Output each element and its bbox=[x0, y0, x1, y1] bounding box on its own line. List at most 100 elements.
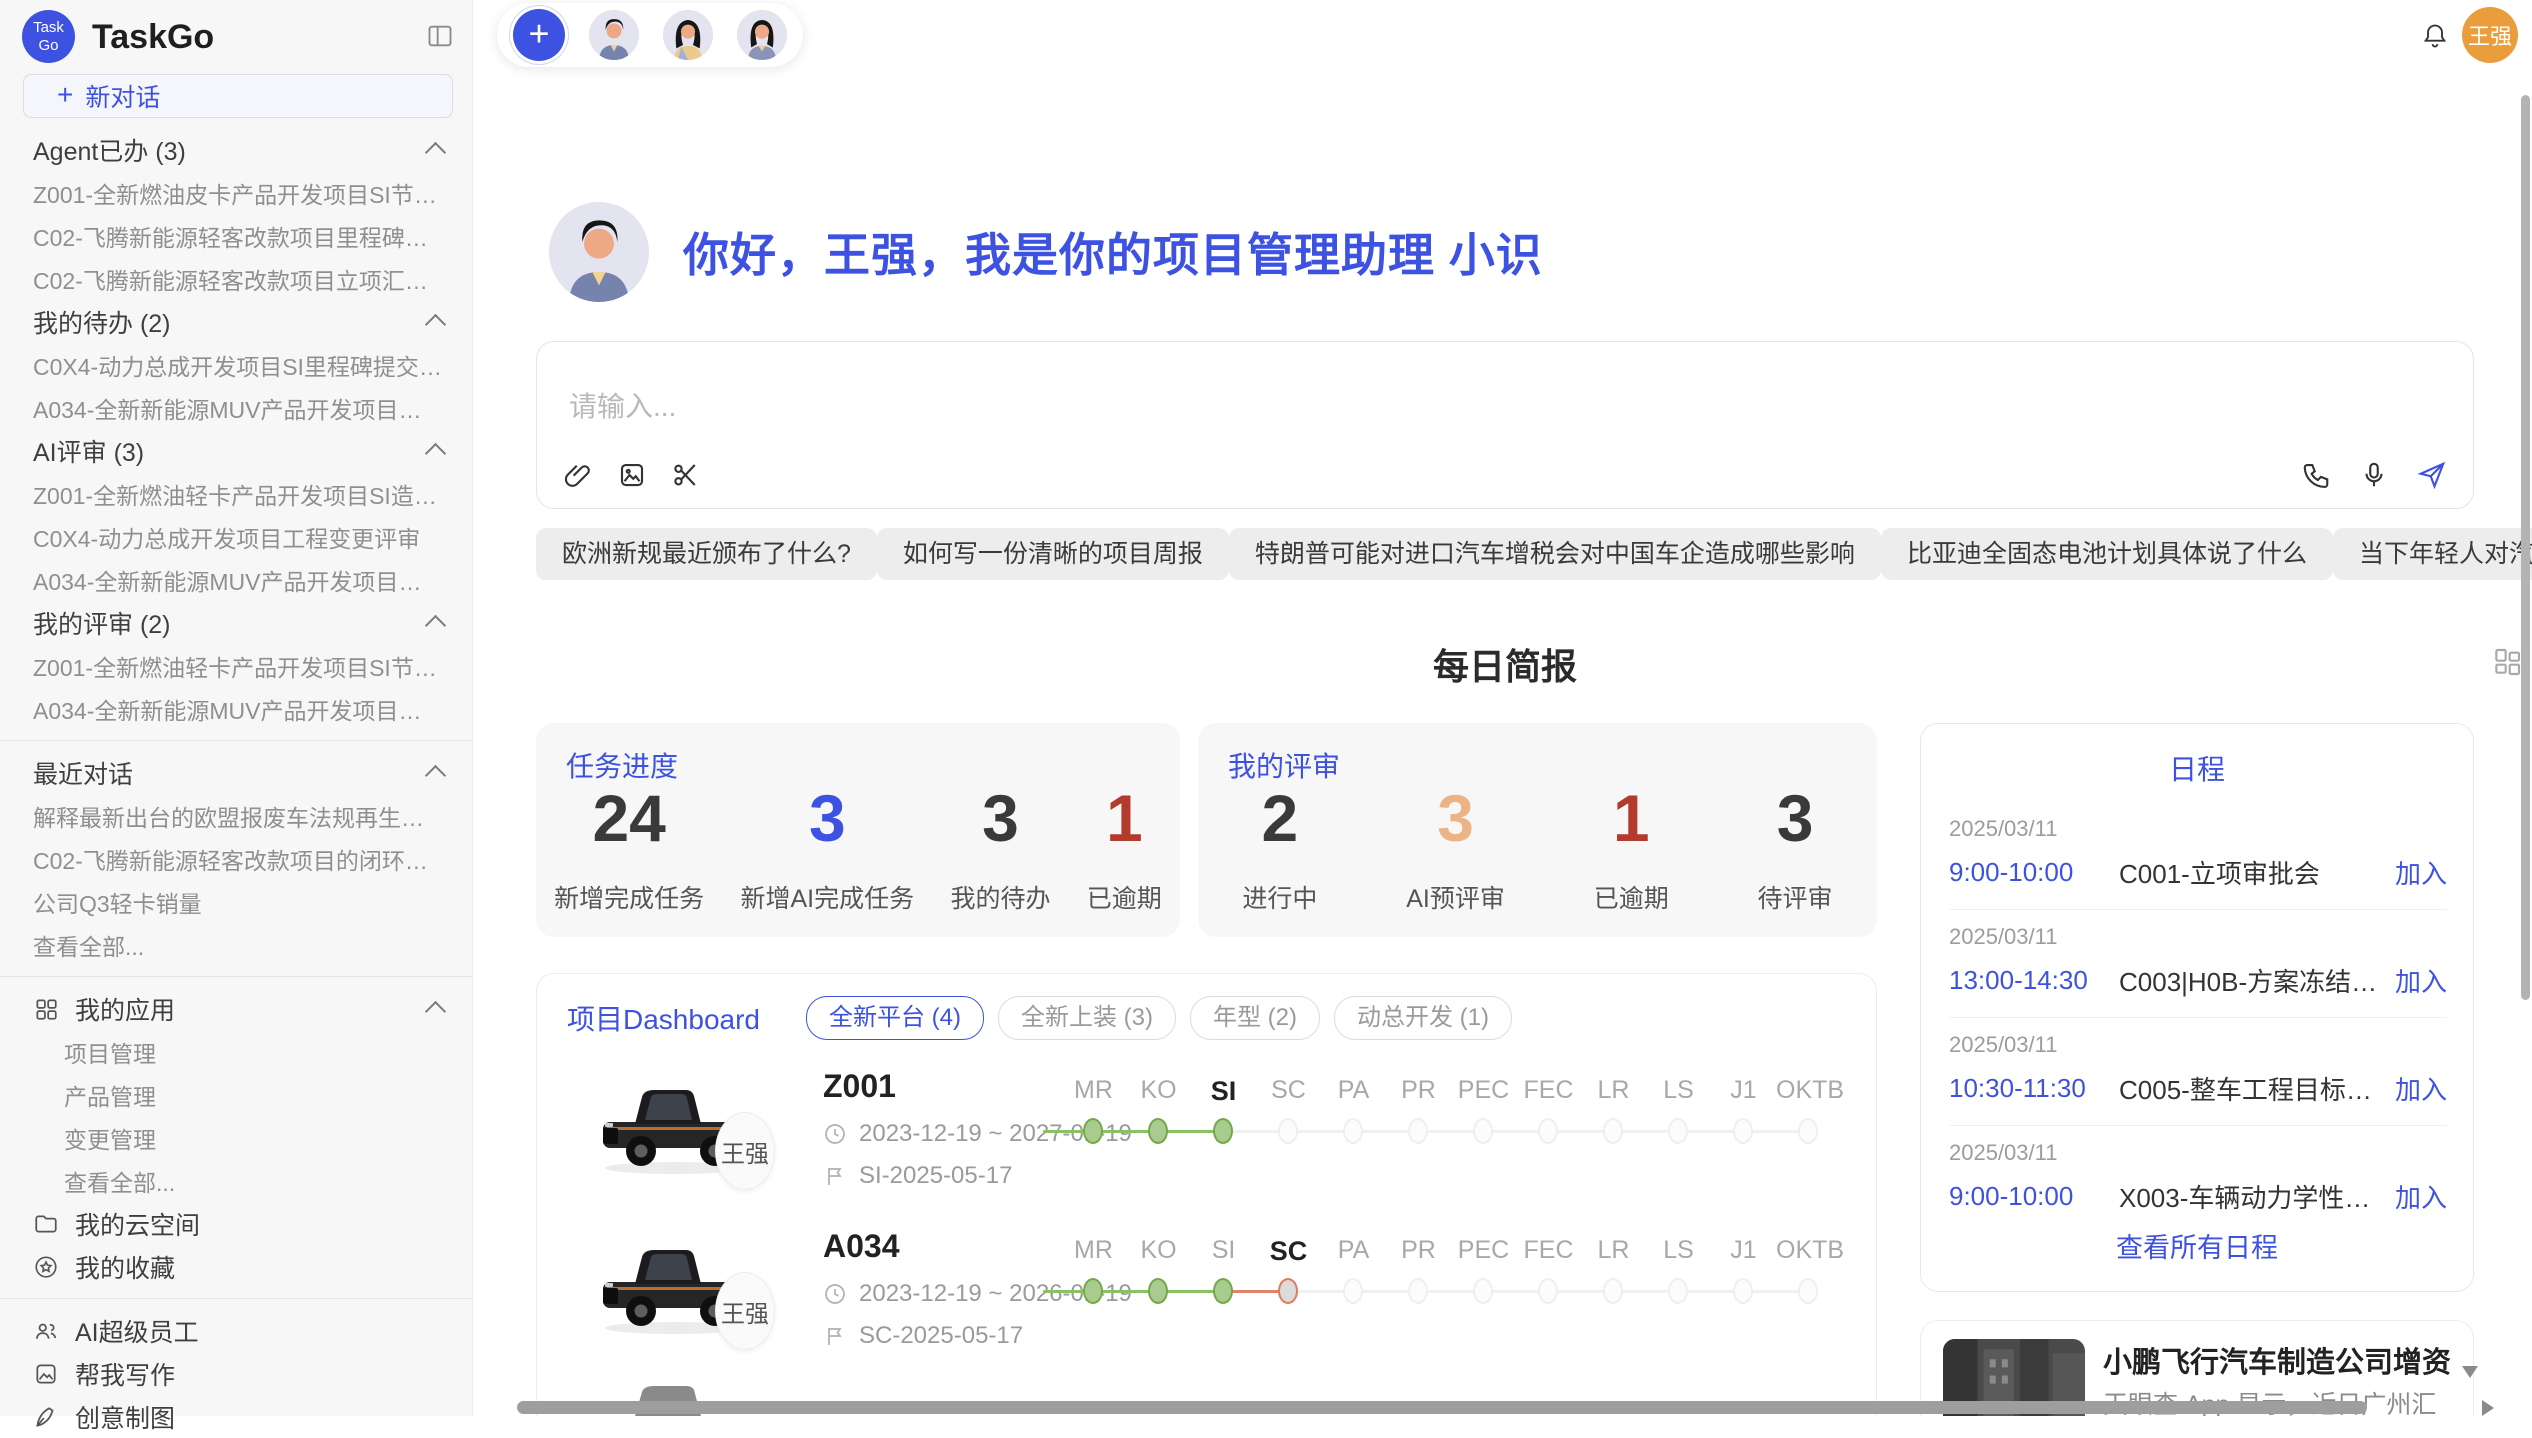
schedule-item: 2025/03/11 9:00-10:00 C001-立项审批会 加入 bbox=[1949, 802, 2447, 910]
section-header-my-review[interactable]: 我的评审 (2) bbox=[0, 601, 473, 644]
scroll-right-arrow[interactable] bbox=[2482, 1400, 2494, 1416]
metric-label: AI预评审 bbox=[1406, 879, 1505, 915]
project-dashboard-card: 项目Dashboard 全新平台 (4) 全新上装 (3) 年型 (2) 动总开… bbox=[536, 973, 1877, 1416]
milestone-dot bbox=[1538, 1118, 1558, 1144]
app-title: TaskGo bbox=[92, 18, 214, 57]
metric-label: 我的待办 bbox=[950, 879, 1050, 915]
milestone-label: LS bbox=[1646, 1076, 1711, 1107]
milestone-dot bbox=[1668, 1118, 1688, 1144]
folder-icon bbox=[33, 1211, 59, 1237]
sidebar-item-creative-drawing[interactable]: 创意制图 bbox=[0, 1395, 473, 1438]
sidebar-item-favorites[interactable]: 我的收藏 bbox=[0, 1245, 473, 1288]
sidebar-list: Agent已办 (3) Z001-全新燃油皮卡产品开发项目SI节点Lesson … bbox=[0, 128, 473, 1438]
chevron-up-icon bbox=[425, 313, 446, 334]
metric: 2 进行中 bbox=[1242, 785, 1317, 915]
agent-avatar[interactable] bbox=[737, 10, 787, 60]
list-item[interactable]: Z001-全新燃油轻卡产品开发项目SI造型提交物评审 bbox=[0, 472, 473, 515]
recent-chat-item[interactable]: 公司Q3轻卡销量 bbox=[0, 880, 473, 923]
list-item[interactable]: C02-飞腾新能源轻客改款项目立项汇报方案 bbox=[0, 257, 473, 300]
horizontal-scrollbar[interactable] bbox=[517, 1401, 2367, 1414]
list-item[interactable]: C0X4-动力总成开发项目SI里程碑提交物检查 bbox=[0, 343, 473, 386]
list-item[interactable]: Z001-全新燃油轻卡产品开发项目SI节点属性5D文件评审 bbox=[0, 644, 473, 687]
milestone-dot bbox=[1278, 1118, 1298, 1144]
clock-icon bbox=[823, 1122, 847, 1146]
project-flag: SI-2025-05-17 bbox=[859, 1162, 1012, 1190]
milestone-dot bbox=[1408, 1118, 1428, 1144]
suggestion-chip[interactable]: 当下年轻人对汽车外观有怎样的喜好趋势 bbox=[2333, 528, 2532, 580]
tab-new-platform[interactable]: 全新平台 (4) bbox=[806, 996, 984, 1040]
milestone-dot bbox=[1343, 1118, 1363, 1144]
list-item[interactable]: A034-全新新能源MUV产品开发项目造型可行性评审 bbox=[0, 687, 473, 730]
suggestion-chip[interactable]: 特朗普可能对进口汽车增税会对中国车企造成哪些影响 bbox=[1229, 528, 1881, 580]
tab-model-year[interactable]: 年型 (2) bbox=[1190, 996, 1320, 1040]
user-avatar[interactable]: 王强 bbox=[2462, 7, 2518, 63]
schedule-event-title: X003-车辆动力学性能验... bbox=[2119, 1178, 2383, 1215]
milestone-label: PA bbox=[1321, 1236, 1386, 1267]
add-agent-button[interactable] bbox=[513, 9, 565, 61]
my-review-card: 我的评审 2 进行中 3 AI预评审 1 已逾期 3 待评审 bbox=[1198, 723, 1877, 937]
new-chat-button[interactable]: 新对话 bbox=[23, 74, 453, 118]
project-row[interactable]: 王强 Z001 2023-12-19 ~ 2027-01-19 SI-2025-… bbox=[537, 1062, 1878, 1222]
sidebar-item-cloud-space[interactable]: 我的云空间 bbox=[0, 1202, 473, 1245]
agent-avatar[interactable] bbox=[663, 10, 713, 60]
sidebar-item-ai-super-staff[interactable]: AI超级员工 bbox=[0, 1309, 473, 1352]
view-all-chats[interactable]: 查看全部... bbox=[0, 923, 473, 966]
suggestion-chip[interactable]: 欧洲新规最近颁布了什么? bbox=[536, 528, 877, 580]
suggestion-chip[interactable]: 比亚迪全固态电池计划具体说了什么 bbox=[1881, 528, 2333, 580]
join-link[interactable]: 加入 bbox=[2395, 962, 2447, 999]
list-item[interactable]: Z001-全新燃油皮卡产品开发项目SI节点Lesson Learn报告 bbox=[0, 171, 473, 214]
list-item[interactable]: C0X4-动力总成开发项目工程变更评审 bbox=[0, 515, 473, 558]
list-item[interactable]: A034-全新新能源MUV产品开发项目法规符合性评审 bbox=[0, 558, 473, 601]
list-item[interactable]: C02-飞腾新能源轻客改款项目里程碑画布 bbox=[0, 214, 473, 257]
app-item-change-mgmt[interactable]: 变更管理 bbox=[0, 1116, 473, 1159]
metric: 3 新增AI完成任务 bbox=[741, 785, 915, 915]
schedule-item: 2025/03/11 13:00-14:30 C003|H0B-方案冻结评审 加… bbox=[1949, 910, 2447, 1018]
progress-line-todo bbox=[1226, 1130, 1811, 1133]
milestone-dot bbox=[1473, 1118, 1493, 1144]
view-all-apps[interactable]: 查看全部... bbox=[0, 1159, 473, 1202]
tab-powertrain[interactable]: 动总开发 (1) bbox=[1334, 996, 1512, 1040]
milestone-dot-done bbox=[1213, 1118, 1233, 1144]
paperclip-icon[interactable] bbox=[563, 460, 593, 490]
milestone-label: FEC bbox=[1516, 1076, 1581, 1107]
milestone-dot bbox=[1538, 1278, 1558, 1304]
metric-value: 3 bbox=[1777, 785, 1814, 851]
milestone-track: MR KO SI SC PA PR PEC FEC LR LS J1 OKTB bbox=[1061, 1236, 1847, 1309]
section-header-my-apps[interactable]: 我的应用 bbox=[0, 987, 473, 1030]
section-header-my-todo[interactable]: 我的待办 (2) bbox=[0, 300, 473, 343]
tab-new-body[interactable]: 全新上装 (3) bbox=[998, 996, 1176, 1040]
section-header-agent-done[interactable]: Agent已办 (3) bbox=[0, 128, 473, 171]
section-header-ai-review[interactable]: AI评审 (3) bbox=[0, 429, 473, 472]
view-all-schedule-link[interactable]: 查看所有日程 bbox=[1921, 1226, 2473, 1265]
mic-icon[interactable] bbox=[2359, 460, 2389, 490]
schedule-event-title: C001-立项审批会 bbox=[2119, 854, 2383, 891]
sidebar-item-help-me-write[interactable]: 帮我写作 bbox=[0, 1352, 473, 1395]
input-tools-right bbox=[2301, 460, 2447, 490]
project-row[interactable]: 王强 A034 2023-12-19 ~ 2026-01-19 SC-2025-… bbox=[537, 1222, 1878, 1382]
sidebar-collapse-icon[interactable] bbox=[426, 22, 454, 50]
milestone-dot-done bbox=[1083, 1278, 1103, 1304]
recent-chat-item[interactable]: C02-飞腾新能源轻客改款项目的闭环通告反馈情况 bbox=[0, 837, 473, 880]
list-item[interactable]: A034-全新新能源MUV产品开发项目计划变更表编写 bbox=[0, 386, 473, 429]
bell-icon[interactable] bbox=[2421, 22, 2449, 50]
vertical-scrollbar[interactable] bbox=[2521, 95, 2530, 1000]
join-link[interactable]: 加入 bbox=[2395, 1070, 2447, 1107]
milestone-dot bbox=[1603, 1278, 1623, 1304]
app-item-product-mgmt[interactable]: 产品管理 bbox=[0, 1073, 473, 1116]
image-icon[interactable] bbox=[617, 460, 647, 490]
app-item-project-mgmt[interactable]: 项目管理 bbox=[0, 1030, 473, 1073]
scroll-down-arrow[interactable] bbox=[2462, 1366, 2478, 1378]
phone-icon[interactable] bbox=[2301, 460, 2331, 490]
join-link[interactable]: 加入 bbox=[2395, 1178, 2447, 1215]
join-link[interactable]: 加入 bbox=[2395, 854, 2447, 891]
recent-chat-item[interactable]: 解释最新出台的欧盟报废车法规再生塑料比例被调至15%... bbox=[0, 794, 473, 837]
send-icon[interactable] bbox=[2417, 460, 2447, 490]
section-header-recent-chats[interactable]: 最近对话 bbox=[0, 751, 473, 794]
scissors-icon[interactable] bbox=[671, 460, 701, 490]
agent-avatar[interactable] bbox=[589, 10, 639, 60]
milestone-label: SC bbox=[1256, 1076, 1321, 1107]
chat-input[interactable] bbox=[567, 390, 1771, 424]
project-code: A034 bbox=[823, 1228, 900, 1265]
suggestion-chip[interactable]: 如何写一份清晰的项目周报 bbox=[877, 528, 1229, 580]
layout-grid-icon[interactable] bbox=[2491, 646, 2523, 678]
